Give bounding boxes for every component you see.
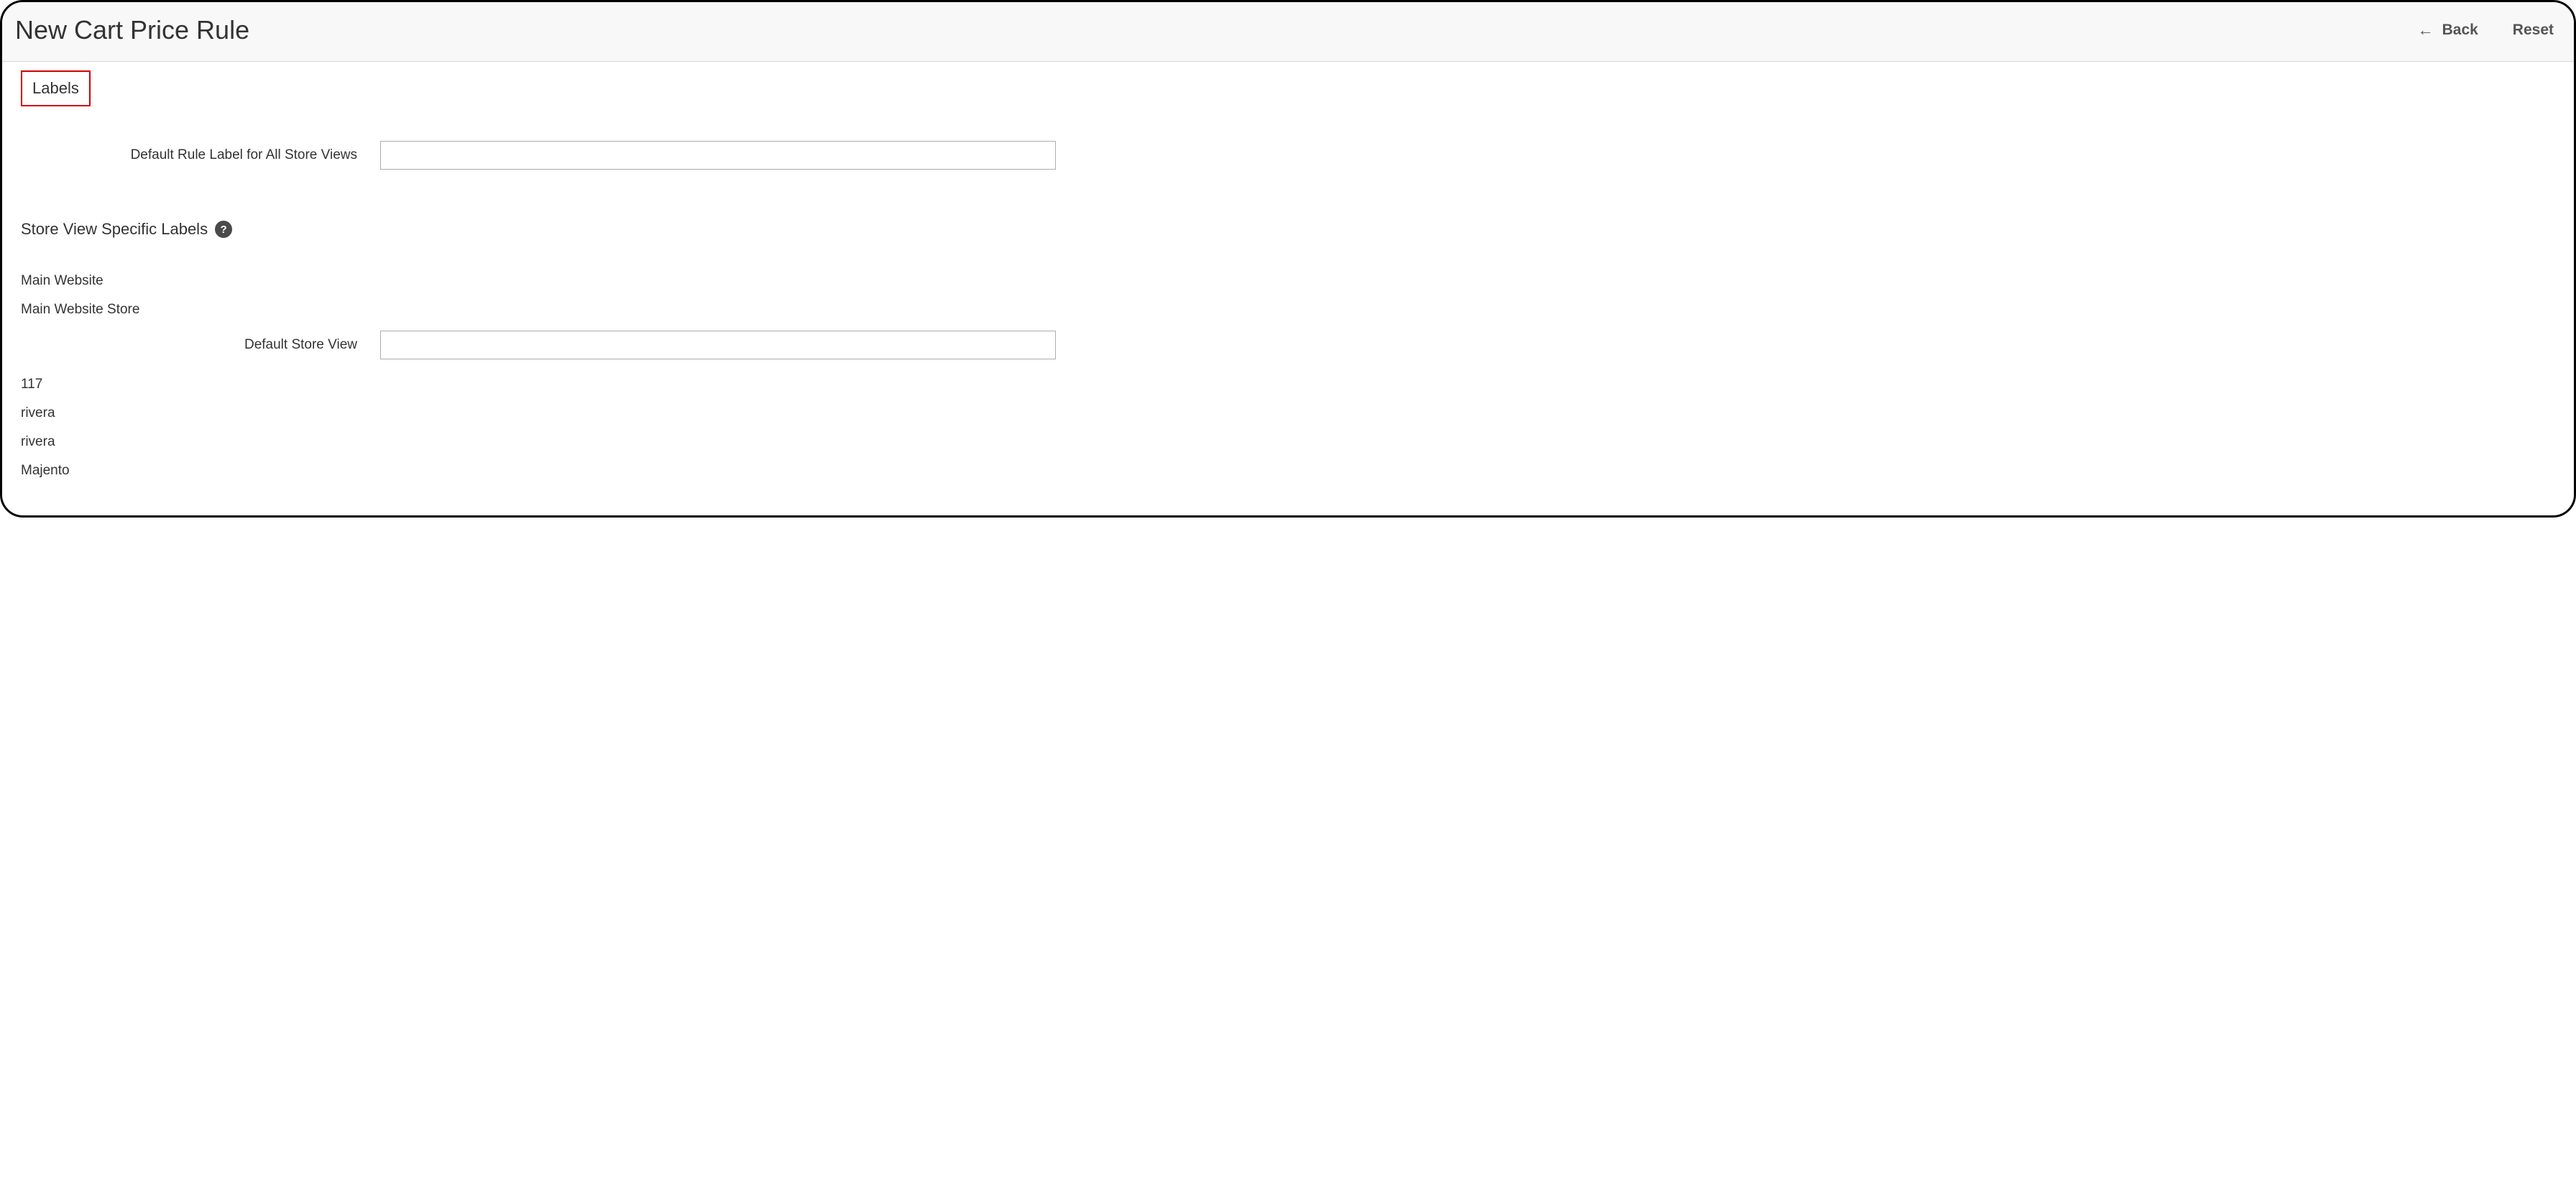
list-item: Majento [21,463,2555,479]
labels-section-tab[interactable]: Labels [21,70,91,106]
back-arrow-icon: ← [2418,22,2434,38]
store-specific-heading: Store View Specific Labels [21,220,208,239]
list-item: rivera [21,434,2555,450]
page-title: New Cart Price Rule [15,15,249,45]
default-store-view-row: Default Store View [21,331,2555,359]
header-actions: ← Back Reset [2418,22,2554,39]
default-store-view-input[interactable] [380,331,1056,359]
default-store-view-label: Default Store View [21,337,380,353]
help-icon[interactable]: ? [215,221,232,238]
list-item: rivera [21,405,2555,421]
content-area: Labels Default Rule Label for All Store … [2,62,2574,513]
store-group-label: Main Website Store [21,302,2555,318]
page-header: New Cart Price Rule ← Back Reset [2,2,2574,62]
page-container: New Cart Price Rule ← Back Reset Labels … [0,0,2576,518]
default-rule-label-text: Default Rule Label for All Store Views [21,147,380,163]
back-button-label: Back [2442,22,2478,39]
store-specific-heading-row: Store View Specific Labels ? [21,220,2555,239]
back-button[interactable]: ← Back [2418,22,2478,39]
default-rule-label-row: Default Rule Label for All Store Views [21,141,2555,170]
website-label: Main Website [21,273,2555,289]
list-item: 117 [21,377,2555,392]
reset-button[interactable]: Reset [2513,22,2554,39]
default-rule-label-input[interactable] [380,141,1056,170]
